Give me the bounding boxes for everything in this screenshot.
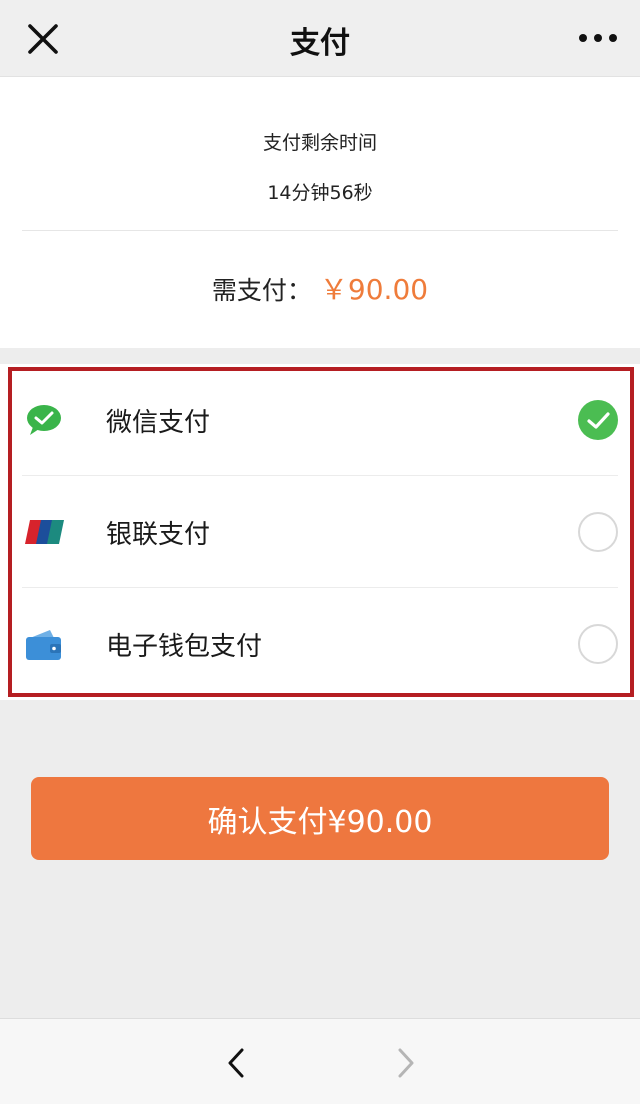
payment-method-unionpay[interactable]: 银联支付 [0,476,640,587]
confirm-payment-label: 确认支付¥90.00 [207,804,433,840]
radio-unselected-icon[interactable] [578,512,618,552]
payment-method-wechat[interactable]: 微信支付 [0,364,640,475]
confirm-payment-button[interactable]: 确认支付¥90.00 [31,777,609,860]
page-title: 支付 [290,26,350,61]
more-dots-icon[interactable] [578,26,618,50]
timer-value: 14分钟56秒 [267,182,373,204]
selected-check-icon[interactable] [578,400,618,440]
divider [22,230,618,231]
amount-value: ￥90.00 [319,273,429,306]
bottom-navigation-bar [0,1018,640,1104]
payment-summary: 支付剩余时间 14分钟56秒 需支付： ￥90.00 [0,77,640,348]
forward-arrow-icon[interactable] [394,1047,418,1079]
timer-label: 支付剩余时间 [262,132,377,154]
payment-method-wallet[interactable]: 电子钱包支付 [0,588,640,699]
back-arrow-icon[interactable] [224,1047,248,1079]
payment-method-label: 电子钱包支付 [106,632,263,662]
check-icon [587,412,610,429]
navigation-bar: 支付 [0,0,640,77]
amount-row: 需支付： ￥90.00 [0,268,640,308]
payment-method-list: 微信支付 银联支付 电子钱包支付 [0,364,640,700]
payment-method-label: 微信支付 [106,408,211,438]
wallet-icon [26,630,61,660]
unionpay-icon [25,520,64,544]
radio-unselected-icon[interactable] [578,624,618,664]
payment-method-label: 银联支付 [106,520,211,550]
amount-label: 需支付： [211,276,312,305]
wechat-pay-icon [27,405,61,435]
